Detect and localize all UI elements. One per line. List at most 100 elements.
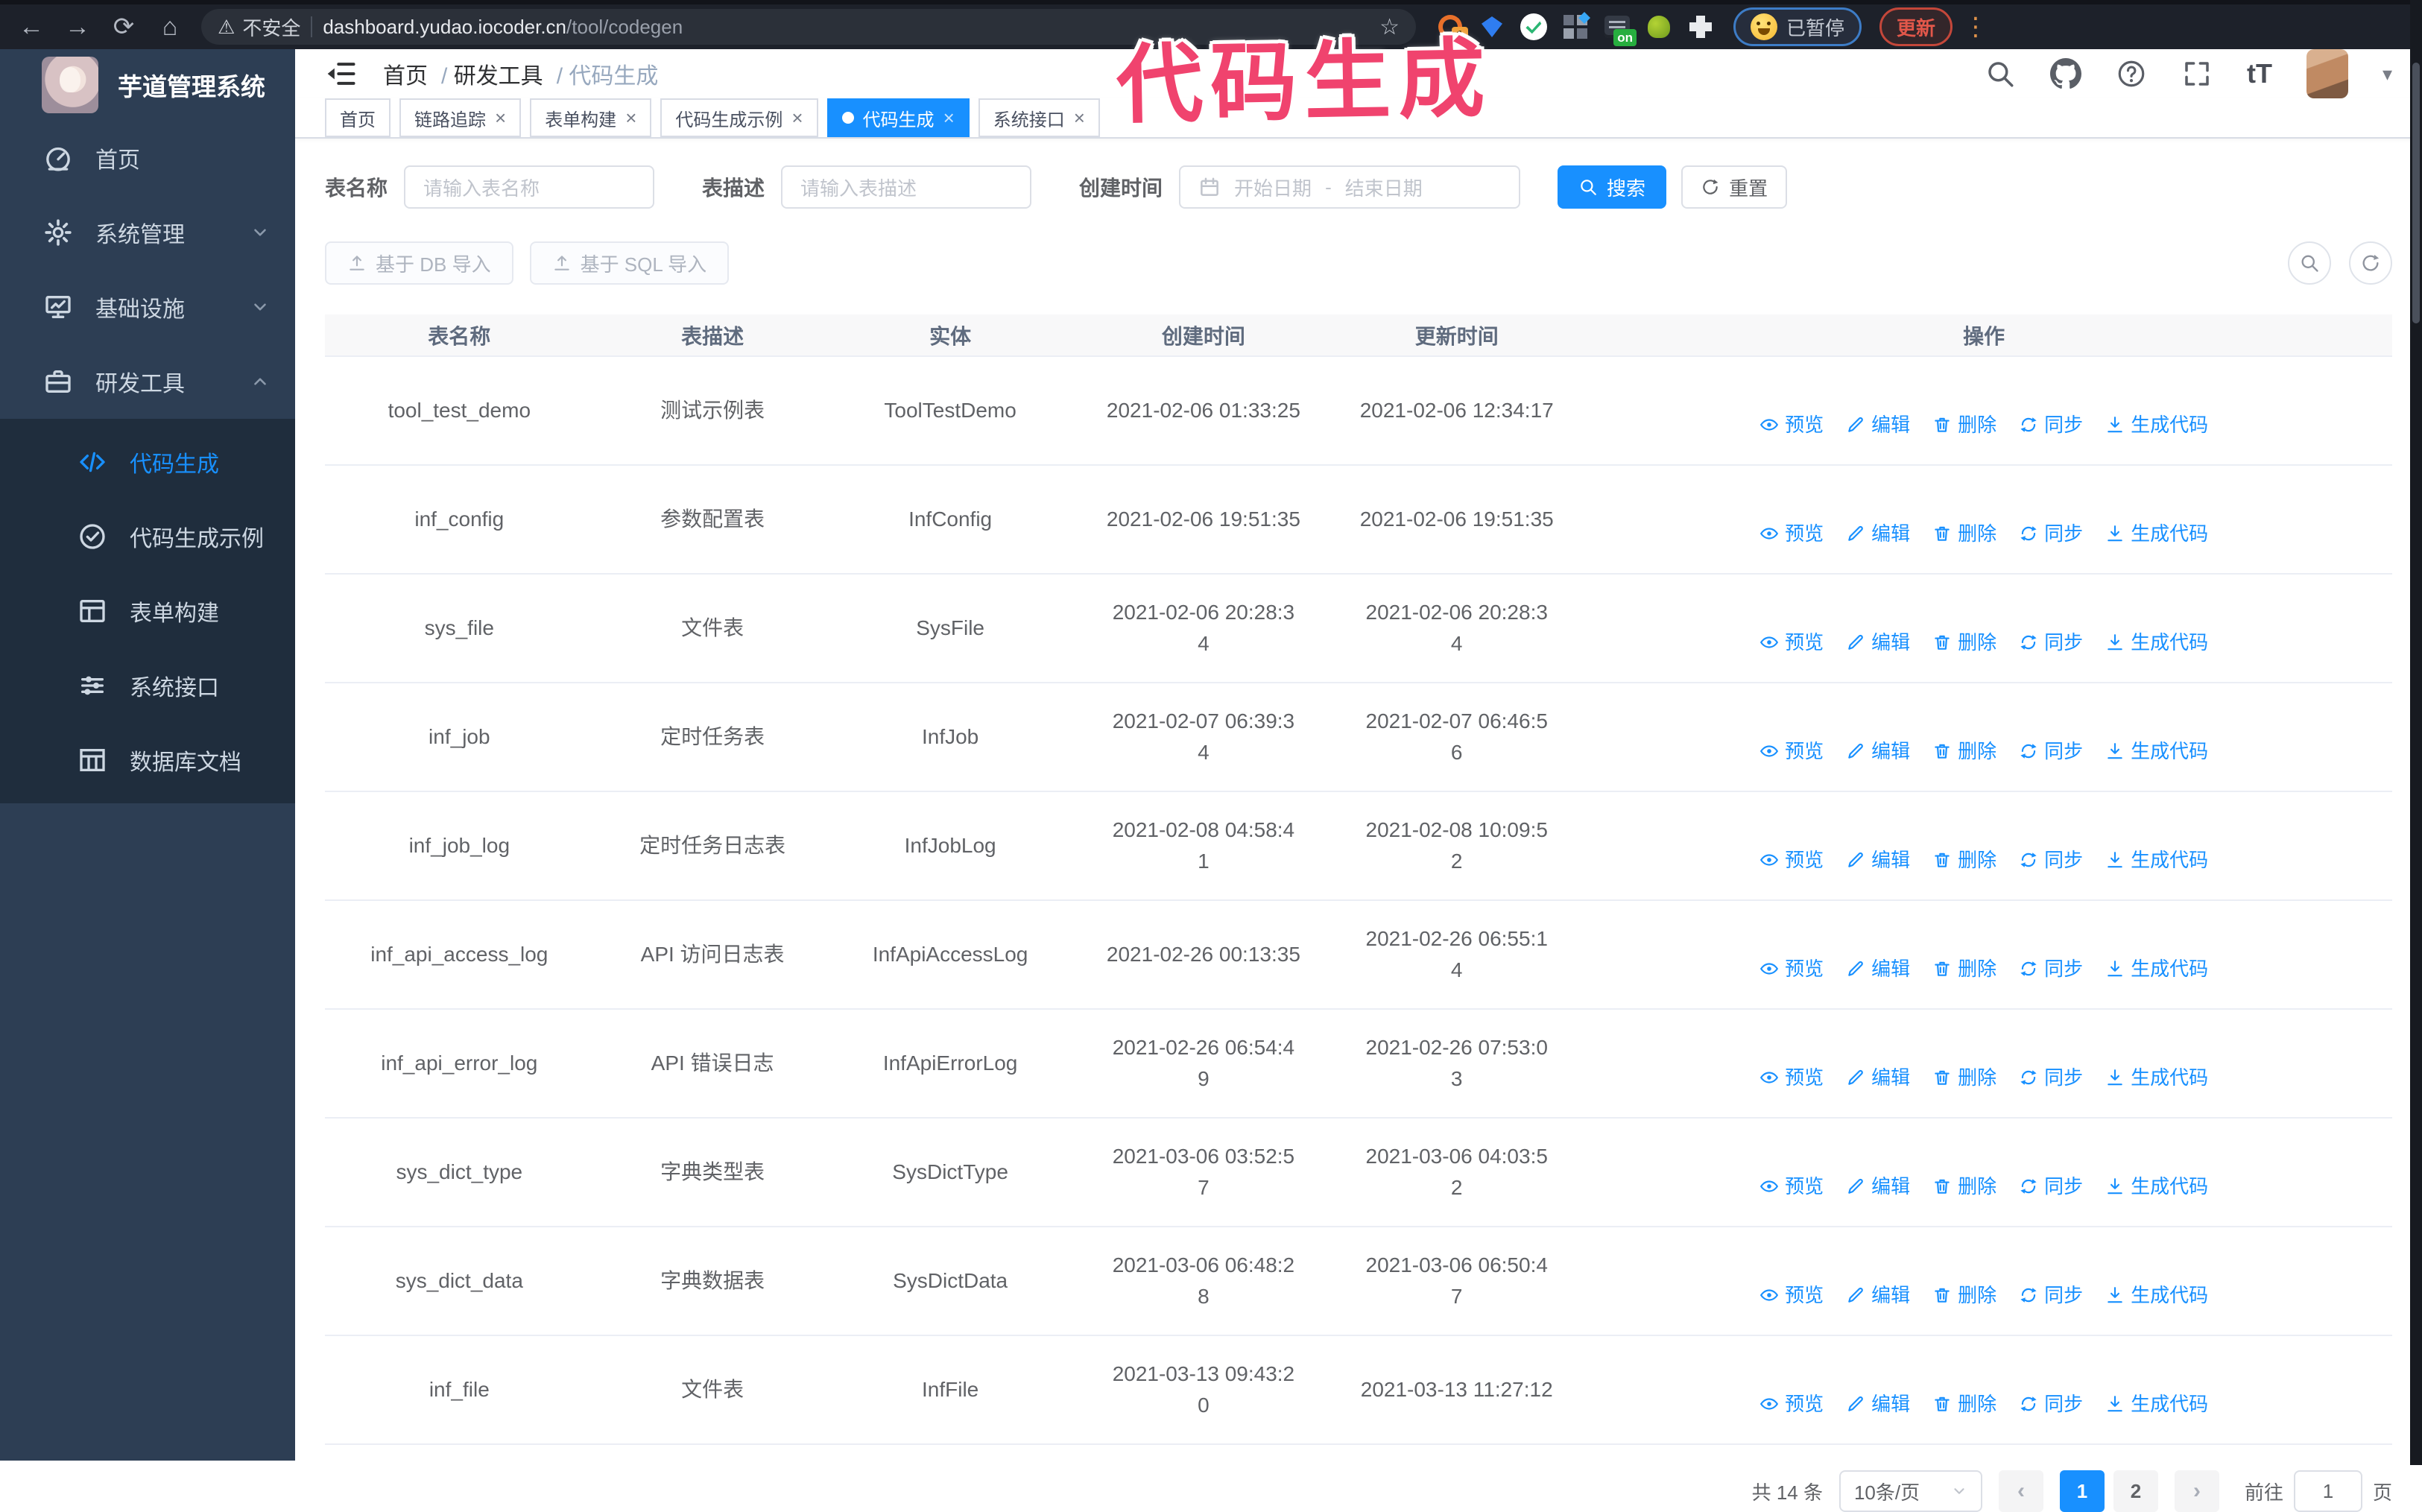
sidebar-item-devtools[interactable]: 研发工具 bbox=[0, 344, 295, 419]
action-generate-link[interactable]: 生成代码 bbox=[2105, 1171, 2208, 1202]
sidebar-item-db-doc[interactable]: 数据库文档 bbox=[0, 723, 295, 797]
sidebar-item-form-builder[interactable]: 表单构建 bbox=[0, 574, 295, 648]
table-name-input[interactable]: 请输入表名称 bbox=[404, 165, 655, 209]
action-delete-link[interactable]: 删除 bbox=[1932, 736, 1996, 767]
action-delete-link[interactable]: 删除 bbox=[1932, 518, 1996, 549]
tab-home[interactable]: 首页 bbox=[325, 98, 391, 137]
action-sync-link[interactable]: 同步 bbox=[2019, 844, 2083, 876]
action-generate-link[interactable]: 生成代码 bbox=[2105, 1279, 2208, 1311]
github-icon[interactable] bbox=[2050, 58, 2081, 89]
action-edit-link[interactable]: 编辑 bbox=[1846, 518, 1910, 549]
action-preview-link[interactable]: 预览 bbox=[1759, 953, 1824, 984]
action-sync-link[interactable]: 同步 bbox=[2019, 1279, 2083, 1311]
action-sync-link[interactable]: 同步 bbox=[2019, 736, 2083, 767]
tab-close-icon[interactable]: × bbox=[791, 108, 803, 127]
action-delete-link[interactable]: 删除 bbox=[1932, 1388, 1996, 1420]
breadcrumb-item[interactable]: / 研发工具 bbox=[441, 57, 543, 90]
next-page-button[interactable]: › bbox=[2174, 1470, 2219, 1512]
avatar-caret-icon[interactable]: ▾ bbox=[2383, 63, 2392, 86]
bookmark-star-icon[interactable]: ☆ bbox=[1379, 14, 1400, 40]
action-edit-link[interactable]: 编辑 bbox=[1846, 844, 1910, 876]
browser-forward-button[interactable]: → bbox=[58, 7, 97, 46]
tab-close-icon[interactable]: × bbox=[943, 108, 955, 127]
action-generate-link[interactable]: 生成代码 bbox=[2105, 844, 2208, 876]
extension-icon-key[interactable] bbox=[1645, 13, 1672, 40]
action-delete-link[interactable]: 删除 bbox=[1932, 1062, 1996, 1093]
table-desc-input[interactable]: 请输入表描述 bbox=[781, 165, 1032, 209]
sidebar-item-api[interactable]: 系统接口 bbox=[0, 648, 295, 723]
breadcrumb-item[interactable]: 首页 bbox=[383, 57, 428, 90]
profile-paused-pill[interactable]: 已暂停 bbox=[1733, 7, 1862, 46]
action-generate-link[interactable]: 生成代码 bbox=[2105, 1062, 2208, 1093]
action-preview-link[interactable]: 预览 bbox=[1759, 1062, 1824, 1093]
sidebar-fold-icon[interactable] bbox=[325, 57, 358, 90]
action-preview-link[interactable]: 预览 bbox=[1759, 518, 1824, 549]
tab-codegen[interactable]: 代码生成 × bbox=[826, 98, 970, 137]
reset-button[interactable]: 重置 bbox=[1681, 165, 1788, 209]
user-avatar[interactable] bbox=[2306, 49, 2348, 98]
action-edit-link[interactable]: 编辑 bbox=[1846, 627, 1910, 658]
action-edit-link[interactable]: 编辑 bbox=[1846, 1171, 1910, 1202]
browser-reload-button[interactable]: ⟳ bbox=[104, 7, 143, 46]
fullscreen-icon[interactable] bbox=[2181, 58, 2213, 89]
action-preview-link[interactable]: 预览 bbox=[1759, 627, 1824, 658]
tab-codegen-example[interactable]: 代码生成示例 × bbox=[660, 98, 818, 137]
address-bar[interactable]: ⚠ 不安全 dashboard.yudao.iocoder.cn/tool/co… bbox=[201, 9, 1416, 45]
action-delete-link[interactable]: 删除 bbox=[1932, 409, 1996, 440]
import-db-button[interactable]: 基于 DB 导入 bbox=[325, 241, 513, 285]
action-preview-link[interactable]: 预览 bbox=[1759, 844, 1824, 876]
browser-back-button[interactable]: ← bbox=[12, 7, 51, 46]
page-size-select[interactable]: 10条/页 bbox=[1838, 1470, 1982, 1512]
extension-icon-orange[interactable]: 1 bbox=[1437, 13, 1468, 45]
action-edit-link[interactable]: 编辑 bbox=[1846, 736, 1910, 767]
tab-form-builder[interactable]: 表单构建 × bbox=[530, 98, 652, 137]
browser-update-button[interactable]: 更新 bbox=[1879, 7, 1953, 46]
action-generate-link[interactable]: 生成代码 bbox=[2105, 953, 2208, 984]
page-button-2[interactable]: 2 bbox=[2113, 1470, 2158, 1512]
action-delete-link[interactable]: 删除 bbox=[1932, 844, 1996, 876]
goto-page-input[interactable]: 1 bbox=[2293, 1470, 2362, 1512]
extension-icon-switch[interactable]: on bbox=[1604, 13, 1637, 46]
action-sync-link[interactable]: 同步 bbox=[2019, 627, 2083, 658]
tab-api[interactable]: 系统接口 × bbox=[978, 98, 1100, 137]
import-sql-button[interactable]: 基于 SQL 导入 bbox=[529, 241, 730, 285]
action-preview-link[interactable]: 预览 bbox=[1759, 409, 1824, 440]
font-size-icon[interactable]: tT bbox=[2247, 58, 2272, 89]
sidebar-item-infra[interactable]: 基础设施 bbox=[0, 270, 295, 344]
window-scrollbar[interactable] bbox=[2410, 0, 2422, 1465]
action-edit-link[interactable]: 编辑 bbox=[1846, 1279, 1910, 1311]
extension-icon-check[interactable] bbox=[1520, 13, 1547, 40]
action-generate-link[interactable]: 生成代码 bbox=[2105, 736, 2208, 767]
action-delete-link[interactable]: 删除 bbox=[1932, 627, 1996, 658]
action-generate-link[interactable]: 生成代码 bbox=[2105, 409, 2208, 440]
action-sync-link[interactable]: 同步 bbox=[2019, 1388, 2083, 1420]
page-button-1[interactable]: 1 bbox=[2059, 1470, 2105, 1512]
action-preview-link[interactable]: 预览 bbox=[1759, 1171, 1824, 1202]
action-edit-link[interactable]: 编辑 bbox=[1846, 1388, 1910, 1420]
action-sync-link[interactable]: 同步 bbox=[2019, 1062, 2083, 1093]
action-sync-link[interactable]: 同步 bbox=[2019, 409, 2083, 440]
sidebar-item-system[interactable]: 系统管理 bbox=[0, 195, 295, 270]
sidebar-item-codegen-example[interactable]: 代码生成示例 bbox=[0, 499, 295, 574]
action-delete-link[interactable]: 删除 bbox=[1932, 953, 1996, 984]
tab-close-icon[interactable]: × bbox=[495, 108, 506, 127]
tab-tracing[interactable]: 链路追踪 × bbox=[399, 98, 522, 137]
tab-close-icon[interactable]: × bbox=[1074, 108, 1085, 127]
action-edit-link[interactable]: 编辑 bbox=[1846, 409, 1910, 440]
date-range-picker[interactable]: 开始日期 - 结束日期 bbox=[1179, 165, 1521, 209]
action-generate-link[interactable]: 生成代码 bbox=[2105, 1388, 2208, 1420]
prev-page-button[interactable]: ‹ bbox=[1998, 1470, 2043, 1512]
search-button[interactable]: 搜索 bbox=[1558, 165, 1667, 209]
action-preview-link[interactable]: 预览 bbox=[1759, 1279, 1824, 1311]
help-icon[interactable] bbox=[2116, 58, 2147, 89]
browser-home-button[interactable]: ⌂ bbox=[151, 7, 189, 46]
refresh-table-button[interactable] bbox=[2349, 241, 2392, 285]
action-sync-link[interactable]: 同步 bbox=[2019, 953, 2083, 984]
show-search-toggle-button[interactable] bbox=[2288, 241, 2331, 285]
action-delete-link[interactable]: 删除 bbox=[1932, 1171, 1996, 1202]
breadcrumb-item[interactable]: / 代码生成 bbox=[557, 57, 659, 90]
action-preview-link[interactable]: 预览 bbox=[1759, 736, 1824, 767]
action-delete-link[interactable]: 删除 bbox=[1932, 1279, 1996, 1311]
action-preview-link[interactable]: 预览 bbox=[1759, 1388, 1824, 1420]
action-generate-link[interactable]: 生成代码 bbox=[2105, 627, 2208, 658]
